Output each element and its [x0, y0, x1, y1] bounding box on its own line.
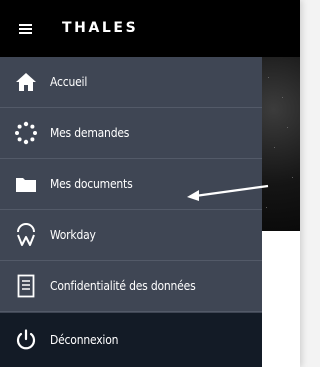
menu-toggle-button[interactable] [8, 12, 42, 46]
sidebar-item-label: Workday [50, 228, 96, 242]
sidebar-item-confidentialite[interactable]: Confidentialité des données [0, 261, 262, 312]
sidebar-item-workday[interactable]: Workday [0, 210, 262, 261]
hero-background-image [262, 57, 300, 231]
folder-icon [6, 164, 46, 204]
loading-dots-icon [6, 113, 46, 153]
document-icon [6, 266, 46, 306]
sidebar-menu: Accueil Mes demandes Mes documents Workd… [0, 57, 262, 367]
workday-icon [6, 215, 46, 255]
sidebar-item-deconnexion[interactable]: Déconnexion [0, 313, 262, 367]
pointer-arrow-annotation [187, 184, 269, 201]
sidebar-item-label: Déconnexion [50, 333, 119, 347]
home-icon [6, 62, 46, 102]
top-bar: THALES [0, 0, 300, 57]
power-icon [6, 320, 46, 360]
sidebar-item-label: Accueil [50, 75, 88, 89]
sidebar-item-label: Confidentialité des données [50, 279, 196, 293]
sidebar-item-label: Mes demandes [50, 126, 130, 140]
sidebar-item-mes-demandes[interactable]: Mes demandes [0, 108, 262, 159]
sidebar-item-label: Mes documents [50, 177, 133, 191]
sidebar-item-accueil[interactable]: Accueil [0, 57, 262, 108]
brand-logo: THALES [62, 20, 139, 36]
hamburger-icon [18, 24, 32, 34]
